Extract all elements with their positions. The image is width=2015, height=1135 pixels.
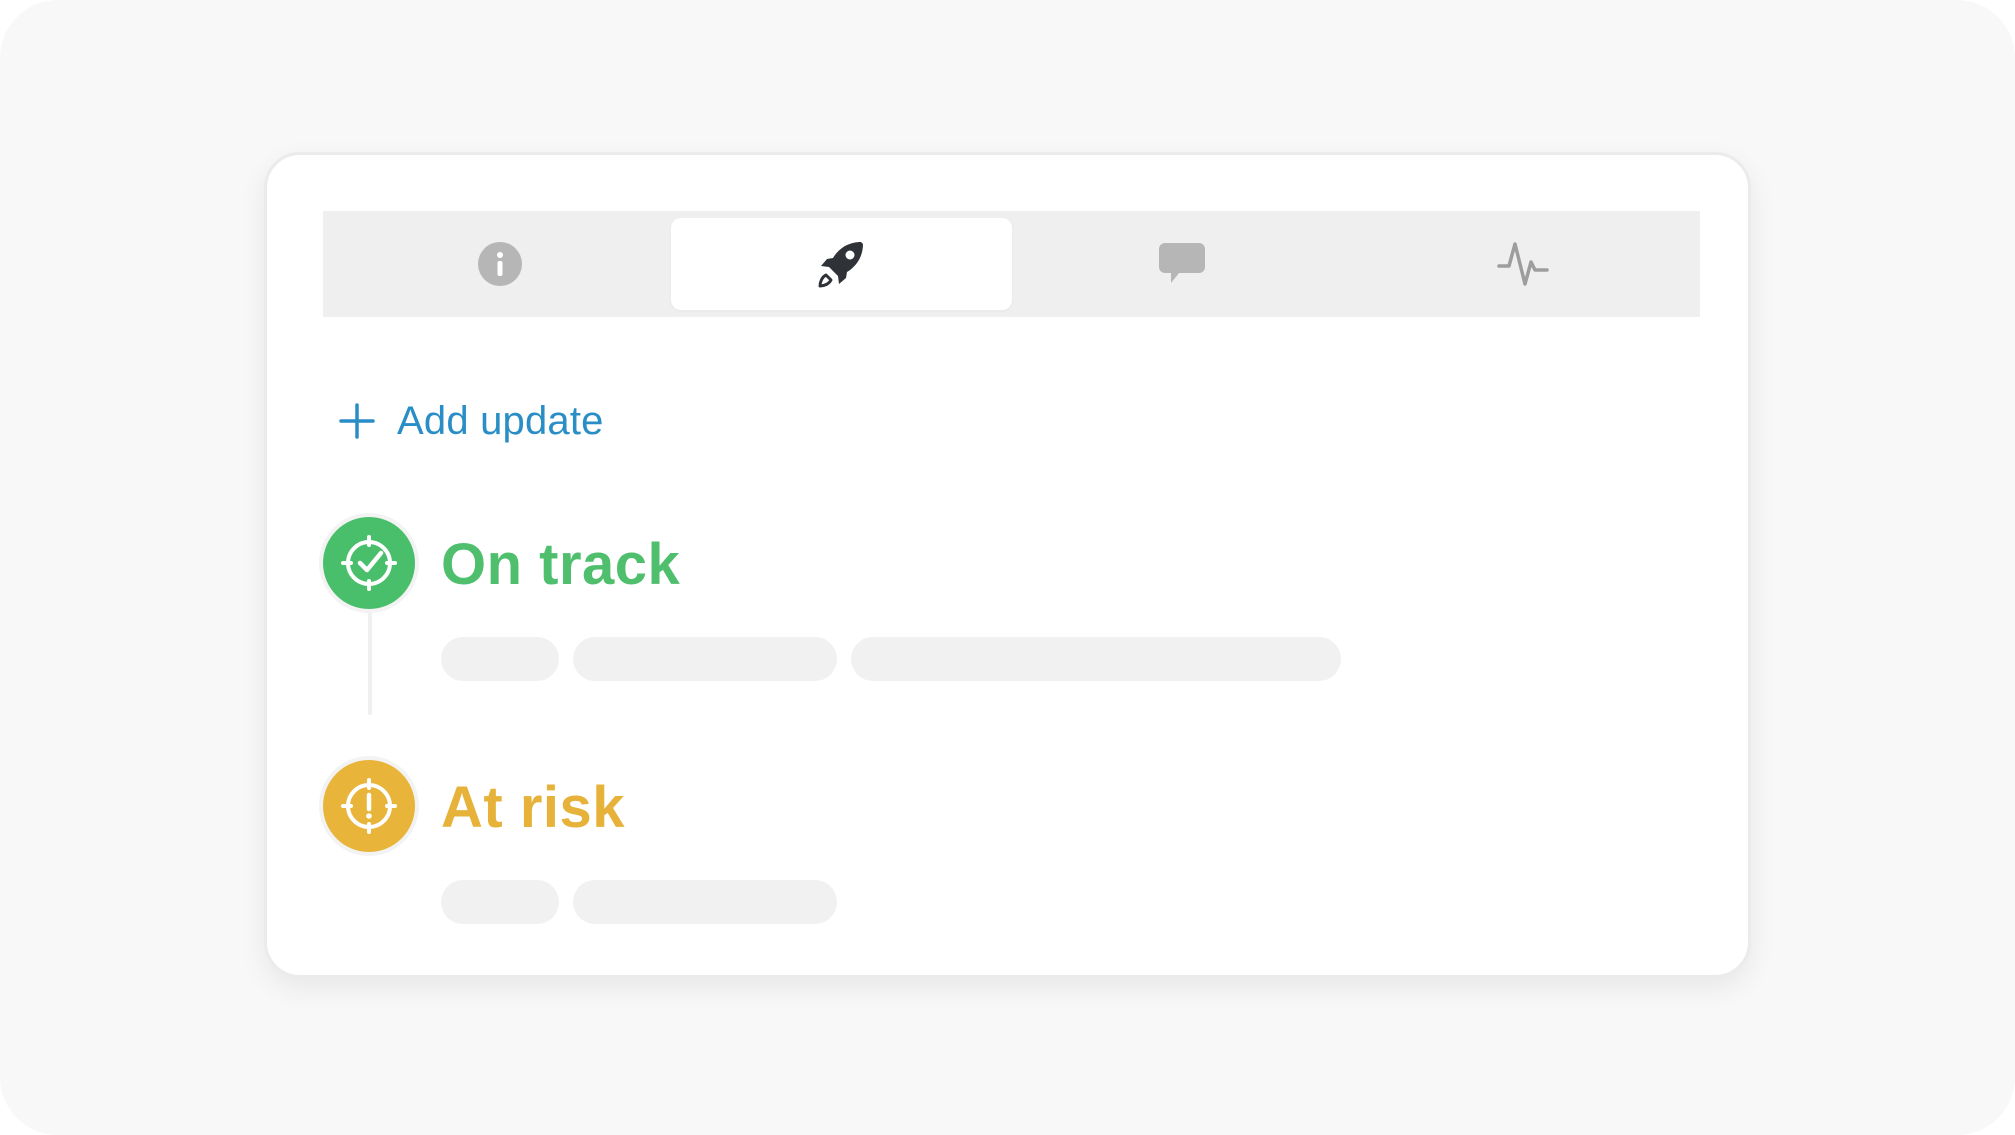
tab-comments[interactable] bbox=[1012, 218, 1353, 310]
tab-activity[interactable] bbox=[1352, 218, 1693, 310]
at-risk-status-icon bbox=[323, 760, 415, 852]
target-check-icon bbox=[341, 535, 397, 591]
add-update-button[interactable]: Add update bbox=[339, 391, 604, 451]
text-placeholder bbox=[573, 880, 837, 924]
text-placeholder bbox=[851, 637, 1341, 681]
comment-icon bbox=[1158, 243, 1205, 283]
activity-icon bbox=[1496, 242, 1549, 286]
timeline-connector bbox=[368, 595, 372, 715]
plus-icon bbox=[339, 403, 375, 439]
text-placeholder bbox=[441, 637, 559, 681]
exclamation-circle-icon bbox=[341, 778, 397, 834]
project-panel: Add update On track At risk bbox=[264, 152, 1751, 978]
rocket-icon bbox=[818, 242, 864, 288]
page-background: Add update On track At risk bbox=[0, 0, 2015, 1135]
info-icon bbox=[478, 242, 523, 286]
on-track-status-icon bbox=[323, 517, 415, 609]
tab-bar bbox=[323, 211, 1700, 317]
add-update-label: Add update bbox=[397, 398, 604, 443]
text-placeholder bbox=[441, 880, 559, 924]
at-risk-title: At risk bbox=[441, 775, 626, 840]
tab-info[interactable] bbox=[330, 218, 671, 310]
tab-updates[interactable] bbox=[670, 218, 1012, 310]
text-placeholder bbox=[573, 637, 837, 681]
on-track-title: On track bbox=[441, 532, 681, 597]
